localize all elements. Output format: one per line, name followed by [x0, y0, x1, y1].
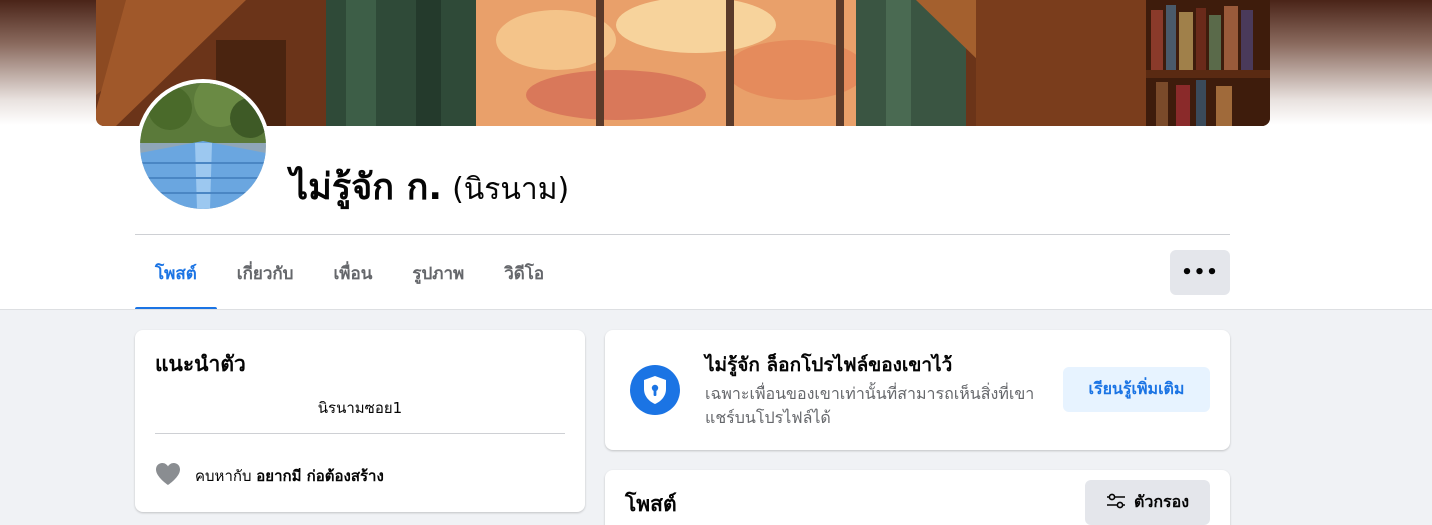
- more-options-button[interactable]: •••: [1170, 250, 1230, 295]
- tab-posts[interactable]: โพสต์: [135, 236, 217, 310]
- intro-bio: นิรนามซอย1: [317, 399, 403, 417]
- intro-title: แนะนำตัว: [155, 352, 246, 376]
- locked-title: ไม่รู้จัก ล็อกโปรไฟล์ของเขาไว้: [705, 354, 953, 376]
- profile-header: ไม่รู้จัก ก. (นิรนาม) โพสต์ เกี่ยวกับ เพ…: [0, 0, 1432, 310]
- filter-label: ตัวกรอง: [1133, 492, 1190, 511]
- tab-videos[interactable]: วิดีโอ: [484, 236, 564, 310]
- locked-profile-card: ไม่รู้จัก ล็อกโปรไฟล์ของเขาไว้ เฉพาะเพื่…: [605, 330, 1230, 450]
- shield-lock-icon: [630, 365, 680, 415]
- avatar-image: [140, 83, 266, 209]
- filter-sliders-icon: [1106, 493, 1126, 513]
- filter-button[interactable]: ตัวกรอง: [1085, 480, 1210, 525]
- relationship-row: คบหากับ อยากมี ก่อต้องสร้าง: [155, 462, 384, 490]
- profile-avatar[interactable]: [136, 79, 270, 213]
- profile-alternate-name: (นิรนาม): [452, 172, 570, 207]
- tab-friends[interactable]: เพื่อน: [313, 236, 392, 310]
- intro-card: แนะนำตัว นิรนามซอย1 คบหากับ อยากมี ก่อต้…: [135, 330, 585, 512]
- header-divider: [135, 234, 1230, 235]
- heart-icon: [155, 462, 181, 490]
- header-bottom-border: [0, 309, 1432, 310]
- profile-tabs: โพสต์ เกี่ยวกับ เพื่อน รูปภาพ วิดีโอ: [135, 236, 564, 310]
- relationship-prefix: คบหากับ: [195, 467, 252, 485]
- learn-more-button[interactable]: เรียนรู้เพิ่มเติม: [1063, 367, 1210, 412]
- relationship-partner[interactable]: อยากมี ก่อต้องสร้าง: [256, 467, 384, 485]
- profile-name: ไม่รู้จัก ก.: [290, 167, 443, 208]
- posts-title: โพสต์: [625, 492, 677, 516]
- tab-photos[interactable]: รูปภาพ: [392, 236, 484, 310]
- locked-description: เฉพาะเพื่อนของเขาเท่านั้นที่สามารถเห็นสิ…: [705, 384, 1035, 427]
- intro-divider: [155, 433, 565, 434]
- relationship-text: คบหากับ อยากมี ก่อต้องสร้าง: [195, 464, 384, 488]
- cover-photo[interactable]: [96, 0, 1270, 126]
- tab-about[interactable]: เกี่ยวกับ: [217, 236, 314, 310]
- more-icon: •••: [1181, 262, 1219, 283]
- profile-name-row: ไม่รู้จัก ก. (นิรนาม): [290, 158, 569, 208]
- posts-card: โพสต์ ตัวกรอง: [605, 470, 1230, 525]
